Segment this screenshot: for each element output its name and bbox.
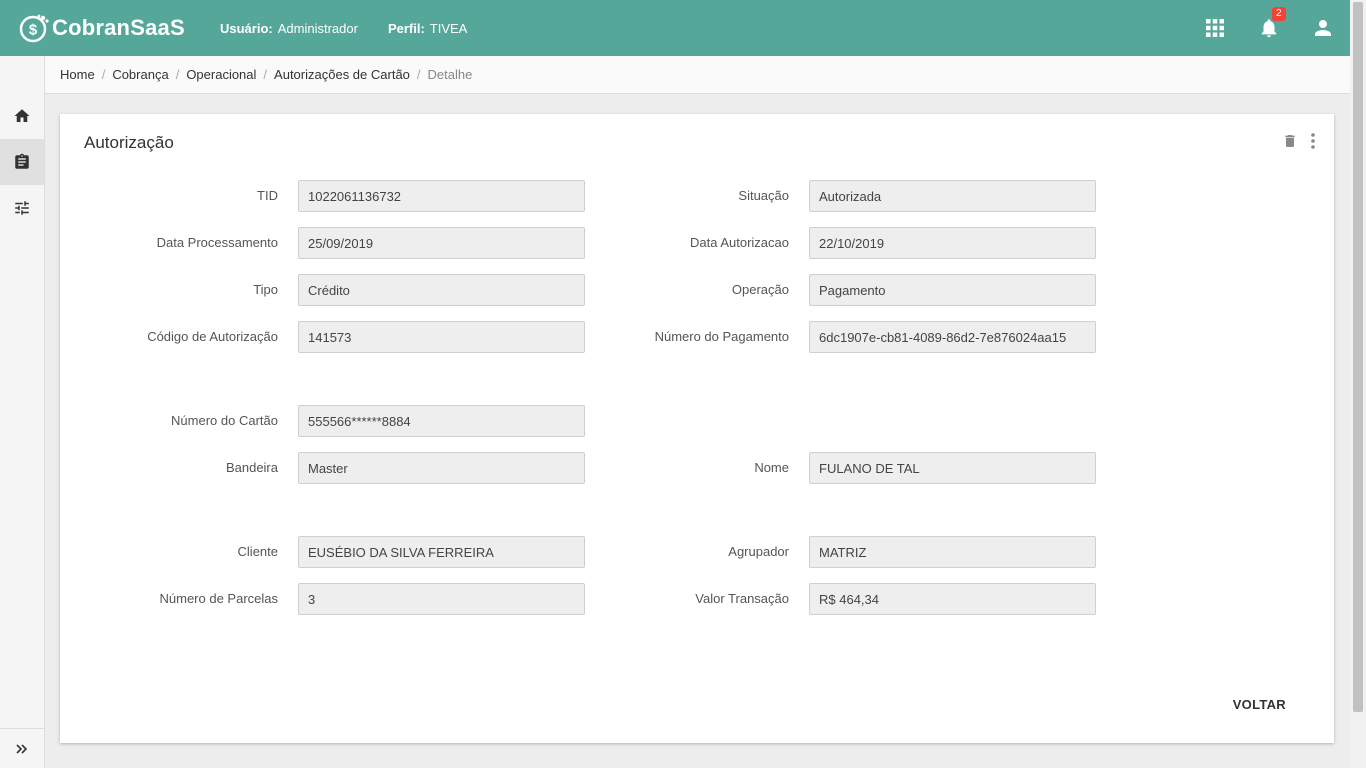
account-icon xyxy=(1315,20,1331,36)
codigo-autorizacao-label: Código de Autorização xyxy=(147,329,278,344)
back-button[interactable]: VOLTAR xyxy=(1233,697,1286,712)
card-title: Autorização xyxy=(84,133,174,152)
operacao-field[interactable] xyxy=(809,274,1096,306)
apps-grid-button[interactable] xyxy=(1188,0,1242,56)
valor-transacao-field[interactable] xyxy=(809,583,1096,615)
breadcrumb-home[interactable]: Home xyxy=(60,67,95,82)
profile-value: TIVEA xyxy=(429,20,468,36)
apps-grid-icon xyxy=(1206,19,1224,37)
numero-pagamento-field[interactable] xyxy=(809,321,1096,353)
breadcrumb-separator: / xyxy=(101,67,106,82)
cliente-label: Cliente xyxy=(237,544,278,559)
sidebar-item-home[interactable] xyxy=(0,93,44,139)
more-options-button[interactable] xyxy=(1310,132,1316,150)
agrupador-field[interactable] xyxy=(809,536,1096,568)
bandeira-label: Bandeira xyxy=(225,460,278,475)
authorization-card: Autorização TID Situação Data Processame… xyxy=(60,114,1334,743)
codigo-autorizacao-field[interactable] xyxy=(298,321,585,353)
numero-parcelas-field[interactable] xyxy=(298,583,585,615)
tid-field[interactable] xyxy=(298,180,585,212)
nome-label: Nome xyxy=(754,460,789,475)
numero-pagamento-label: Número do Pagamento xyxy=(654,329,789,344)
numero-cartao-label: Número do Cartão xyxy=(171,413,278,428)
scrollbar-thumb[interactable] xyxy=(1353,2,1363,712)
situacao-label: Situação xyxy=(738,188,789,203)
sidebar-item-settings[interactable] xyxy=(0,185,44,231)
profile-label: Perfil: xyxy=(387,20,425,36)
top-app-bar: $ CobranSaaS Usuário: Administrador Perf… xyxy=(0,0,1350,56)
user-value: Administrador xyxy=(277,20,358,36)
notification-badge: 2 xyxy=(1272,7,1286,21)
agrupador-label: Agrupador xyxy=(728,544,789,559)
notifications-button[interactable]: 2 xyxy=(1242,0,1296,56)
tid-label: TID xyxy=(257,188,278,203)
breadcrumb-autorizacoes[interactable]: Autorizações de Cartão xyxy=(274,67,410,82)
breadcrumb-operacional[interactable]: Operacional xyxy=(186,67,256,82)
tipo-field[interactable] xyxy=(298,274,585,306)
home-icon xyxy=(14,109,30,122)
situacao-field[interactable] xyxy=(809,180,1096,212)
cliente-field[interactable] xyxy=(298,536,585,568)
bandeira-field[interactable] xyxy=(298,452,585,484)
numero-parcelas-label: Número de Parcelas xyxy=(159,591,279,606)
clipboard-icon xyxy=(15,153,29,169)
account-button[interactable] xyxy=(1296,0,1350,56)
coin-logo-icon: $ xyxy=(19,14,49,43)
user-info: Usuário: Administrador Perfil: TIVEA xyxy=(220,21,497,36)
svg-text:$: $ xyxy=(29,22,38,39)
sliders-icon xyxy=(15,201,29,215)
breadcrumb-cobranca[interactable]: Cobrança xyxy=(112,67,168,82)
sidebar-item-clipboard[interactable] xyxy=(0,139,44,185)
breadcrumb-separator: / xyxy=(263,67,268,82)
more-vertical-icon xyxy=(1311,133,1315,149)
operacao-label: Operação xyxy=(731,282,789,297)
sidebar xyxy=(0,56,45,768)
breadcrumb-current: Detalhe xyxy=(427,67,473,82)
data-autorizacao-field[interactable] xyxy=(809,227,1096,259)
tipo-label: Tipo xyxy=(253,282,278,297)
app-name: CobranSaaS xyxy=(52,15,185,40)
app-logo[interactable]: $ CobranSaaS xyxy=(18,12,220,44)
breadcrumb-separator: / xyxy=(175,67,180,82)
sidebar-expand-button[interactable] xyxy=(0,728,44,768)
data-processamento-field[interactable] xyxy=(298,227,585,259)
trash-icon xyxy=(1285,135,1295,147)
nome-field[interactable] xyxy=(809,452,1096,484)
user-label: Usuário: xyxy=(220,20,273,36)
breadcrumb: Home / Cobrança / Operacional / Autoriza… xyxy=(45,56,1350,94)
data-autorizacao-label: Data Autorizacao xyxy=(689,235,789,250)
valor-transacao-label: Valor Transação xyxy=(695,591,789,606)
breadcrumb-separator: / xyxy=(416,67,421,82)
numero-cartao-field[interactable] xyxy=(298,405,585,437)
page-scrollbar[interactable] xyxy=(1350,0,1366,768)
double-chevron-right-icon xyxy=(16,743,28,754)
data-processamento-label: Data Processamento xyxy=(156,235,278,250)
delete-button[interactable] xyxy=(1282,132,1298,150)
